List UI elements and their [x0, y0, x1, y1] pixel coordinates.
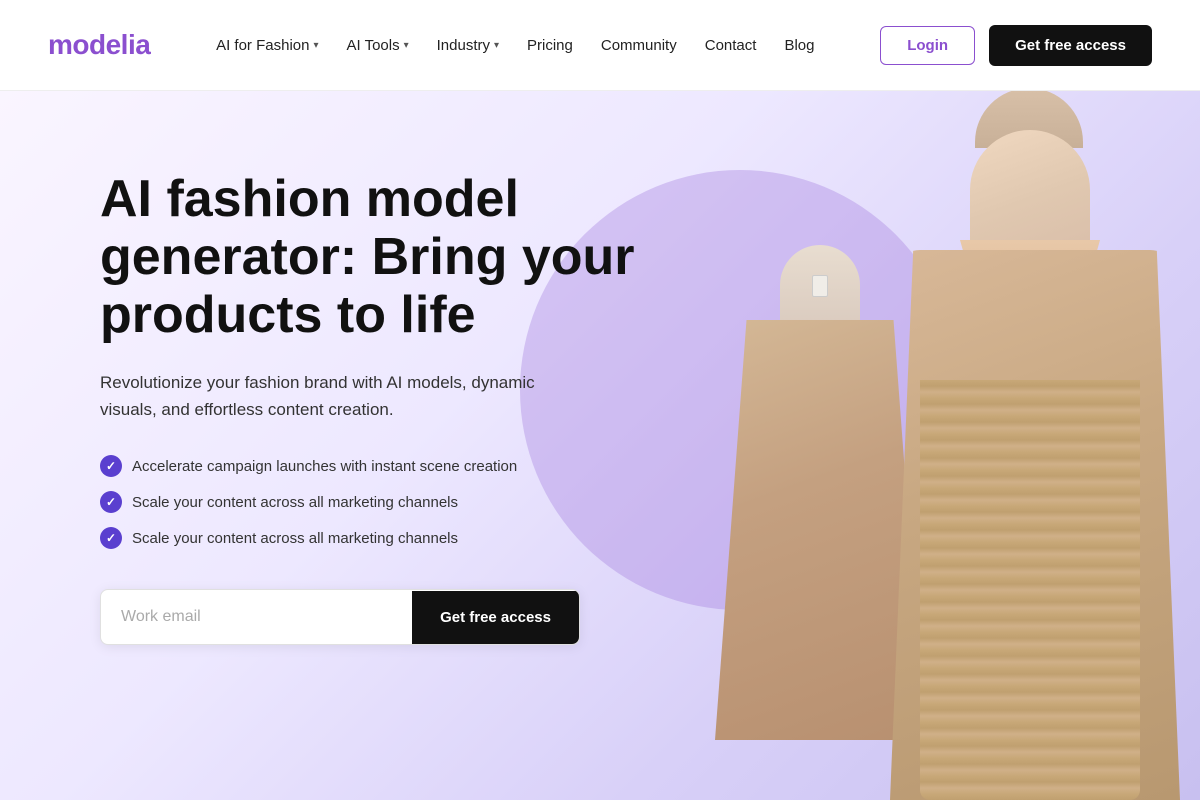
email-form: Get free access	[100, 589, 580, 645]
nav-item-blog[interactable]: Blog	[784, 37, 814, 54]
nav-link-contact[interactable]: Contact	[705, 37, 757, 54]
nav-link-ai-tools[interactable]: AI Tools ▾	[347, 37, 409, 54]
feature-item-3: Scale your content across all marketing …	[100, 527, 660, 549]
email-input[interactable]	[101, 590, 412, 644]
hero-title: AI fashion model generator: Bring your p…	[100, 170, 660, 345]
nav-link-industry[interactable]: Industry ▾	[437, 37, 499, 54]
login-button[interactable]: Login	[880, 26, 975, 65]
nav-link-community[interactable]: Community	[601, 37, 677, 54]
chevron-down-icon: ▾	[313, 40, 318, 51]
nav-link-ai-fashion[interactable]: AI for Fashion ▾	[216, 37, 318, 54]
check-icon-2	[100, 491, 122, 513]
feature-label-3: Scale your content across all marketing …	[132, 530, 458, 547]
model-figure	[880, 150, 1200, 800]
nav-actions: Login Get free access	[880, 25, 1152, 66]
nav-item-community[interactable]: Community	[601, 37, 677, 54]
get-free-access-nav-button[interactable]: Get free access	[989, 25, 1152, 66]
nav-item-ai-tools[interactable]: AI Tools ▾	[347, 37, 409, 54]
nav-item-contact[interactable]: Contact	[705, 37, 757, 54]
model-skirt	[920, 380, 1140, 800]
mannequin-tag	[812, 275, 828, 297]
hero-fashion-images	[620, 120, 1200, 800]
navbar: modelia AI for Fashion ▾ AI Tools ▾ Indu…	[0, 0, 1200, 90]
feature-label-1: Accelerate campaign launches with instan…	[132, 458, 517, 475]
feature-label-2: Scale your content across all marketing …	[132, 494, 458, 511]
hero-content: AI fashion model generator: Bring your p…	[100, 170, 660, 645]
nav-item-industry[interactable]: Industry ▾	[437, 37, 499, 54]
nav-link-pricing[interactable]: Pricing	[527, 37, 573, 54]
chevron-down-icon: ▾	[404, 40, 409, 51]
logo[interactable]: modelia	[48, 29, 150, 61]
hero-subtitle: Revolutionize your fashion brand with AI…	[100, 369, 580, 423]
nav-links: AI for Fashion ▾ AI Tools ▾ Industry ▾ P…	[216, 37, 814, 54]
feature-item-1: Accelerate campaign launches with instan…	[100, 455, 660, 477]
check-icon-3	[100, 527, 122, 549]
chevron-down-icon: ▾	[494, 40, 499, 51]
hero-features-list: Accelerate campaign launches with instan…	[100, 455, 660, 549]
check-icon-1	[100, 455, 122, 477]
nav-item-pricing[interactable]: Pricing	[527, 37, 573, 54]
get-free-access-form-button[interactable]: Get free access	[412, 591, 579, 644]
feature-item-2: Scale your content across all marketing …	[100, 491, 660, 513]
nav-link-blog[interactable]: Blog	[784, 37, 814, 54]
nav-item-ai-fashion[interactable]: AI for Fashion ▾	[216, 37, 318, 54]
hero-section: AI fashion model generator: Bring your p…	[0, 90, 1200, 800]
